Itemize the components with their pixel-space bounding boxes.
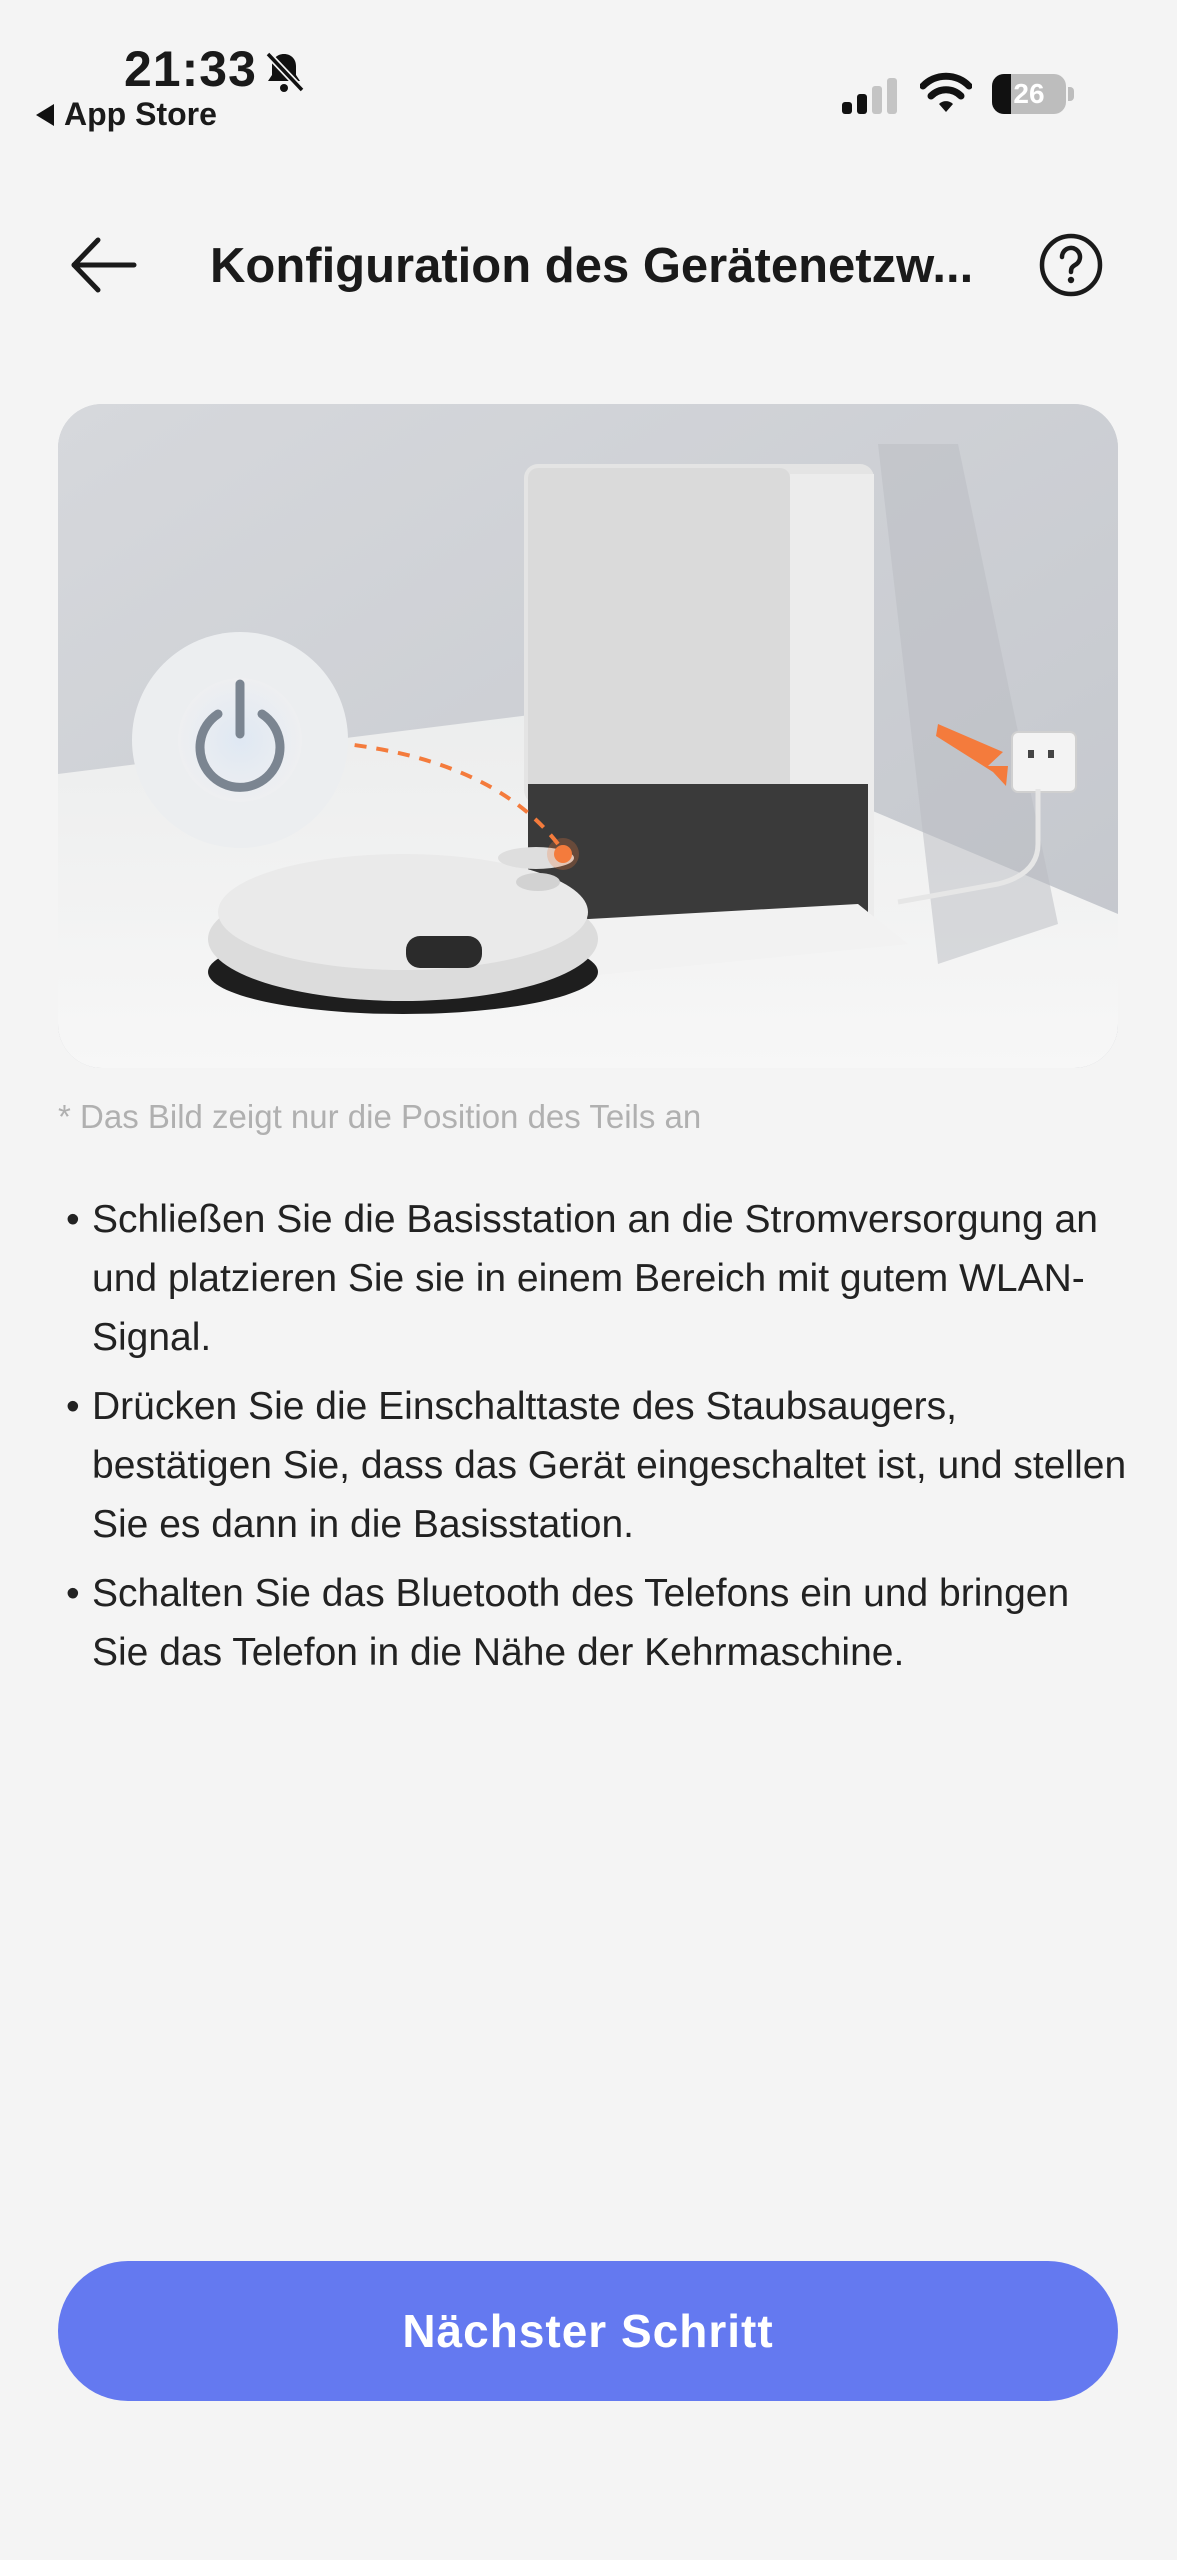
status-bar: 21:33 App Store 26	[0, 0, 1177, 140]
device-illustration	[58, 404, 1118, 1068]
cellular-signal-icon	[842, 78, 897, 114]
back-app-label: App Store	[64, 96, 217, 132]
wifi-icon	[920, 72, 972, 112]
list-item: • Schließen Sie die Basisstation an die S…	[66, 1198, 1098, 1359]
instruction-list: • Schließen Sie die Basisstation an die S…	[58, 1190, 1128, 1692]
back-arrow-icon[interactable]	[60, 230, 148, 300]
navigation-header: Konfiguration des Gerätenetzw...	[0, 210, 1177, 320]
help-icon[interactable]	[1038, 232, 1104, 298]
back-to-app-store[interactable]: App Store	[36, 96, 217, 133]
list-item: • Schalten Sie das Bluetooth des Telefons…	[66, 1572, 1070, 1674]
next-step-button[interactable]: Nächster Schritt	[58, 2261, 1118, 2401]
illustration-caption: * Das Bild zeigt nur die Position des Te…	[58, 1098, 702, 1135]
back-triangle-icon	[36, 103, 54, 126]
battery-percent: 26	[1013, 78, 1045, 109]
status-time: 21:33	[124, 41, 257, 97]
bell-muted-icon	[265, 51, 305, 93]
page-title: Konfiguration des Gerätenetzw...	[210, 239, 974, 293]
list-item: • Drücken Sie die Einschalttaste des Stau…	[66, 1385, 1127, 1546]
battery-indicator: 26	[992, 74, 1074, 114]
